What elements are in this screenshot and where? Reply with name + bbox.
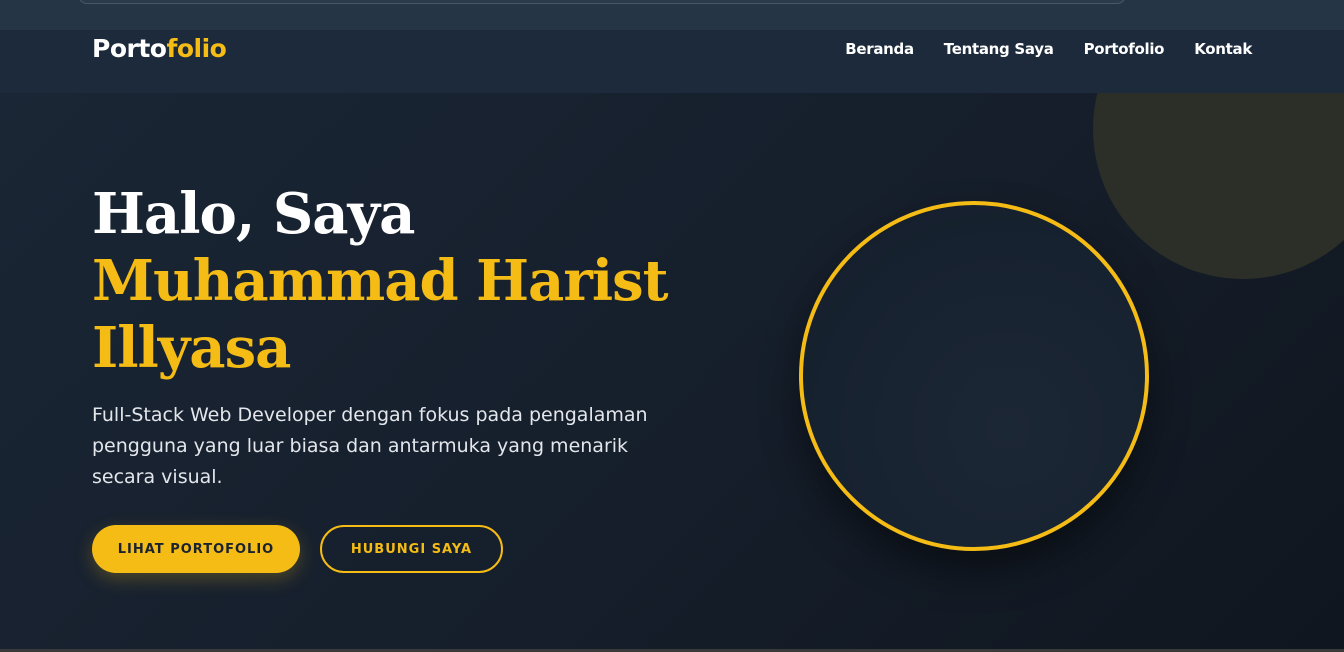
navbar: Portofolio Beranda Tentang Saya Portofol… bbox=[0, 30, 1344, 93]
hero-name-line-2: Illyasa bbox=[92, 315, 291, 381]
profile-image-frame bbox=[799, 201, 1149, 551]
hero-description: Full-Stack Web Developer dengan fokus pa… bbox=[92, 404, 648, 488]
hero-name-line-1: Muhammad Harist bbox=[92, 248, 669, 314]
browser-top-strip bbox=[0, 0, 1344, 30]
nav-link-tentang-saya[interactable]: Tentang Saya bbox=[944, 40, 1054, 58]
view-portfolio-button[interactable]: LIHAT PORTOFOLIO bbox=[92, 525, 300, 573]
decorative-circle bbox=[1093, 93, 1344, 279]
hero-greeting: Halo, Saya bbox=[92, 181, 415, 247]
logo-accent-text: folio bbox=[166, 34, 227, 63]
site-logo[interactable]: Portofolio bbox=[92, 34, 227, 63]
hero-section: Halo, Saya Muhammad Harist Illyasa Full-… bbox=[0, 93, 1344, 649]
contact-me-button[interactable]: HUBUNGI SAYA bbox=[320, 525, 503, 573]
nav-link-kontak[interactable]: Kontak bbox=[1194, 40, 1252, 58]
logo-main-text: Porto bbox=[92, 34, 167, 63]
nav-menu: Beranda Tentang Saya Portofolio Kontak bbox=[845, 40, 1252, 58]
nav-link-portofolio[interactable]: Portofolio bbox=[1084, 40, 1165, 58]
address-bar-edge bbox=[78, 0, 1126, 4]
nav-link-beranda[interactable]: Beranda bbox=[845, 40, 914, 58]
